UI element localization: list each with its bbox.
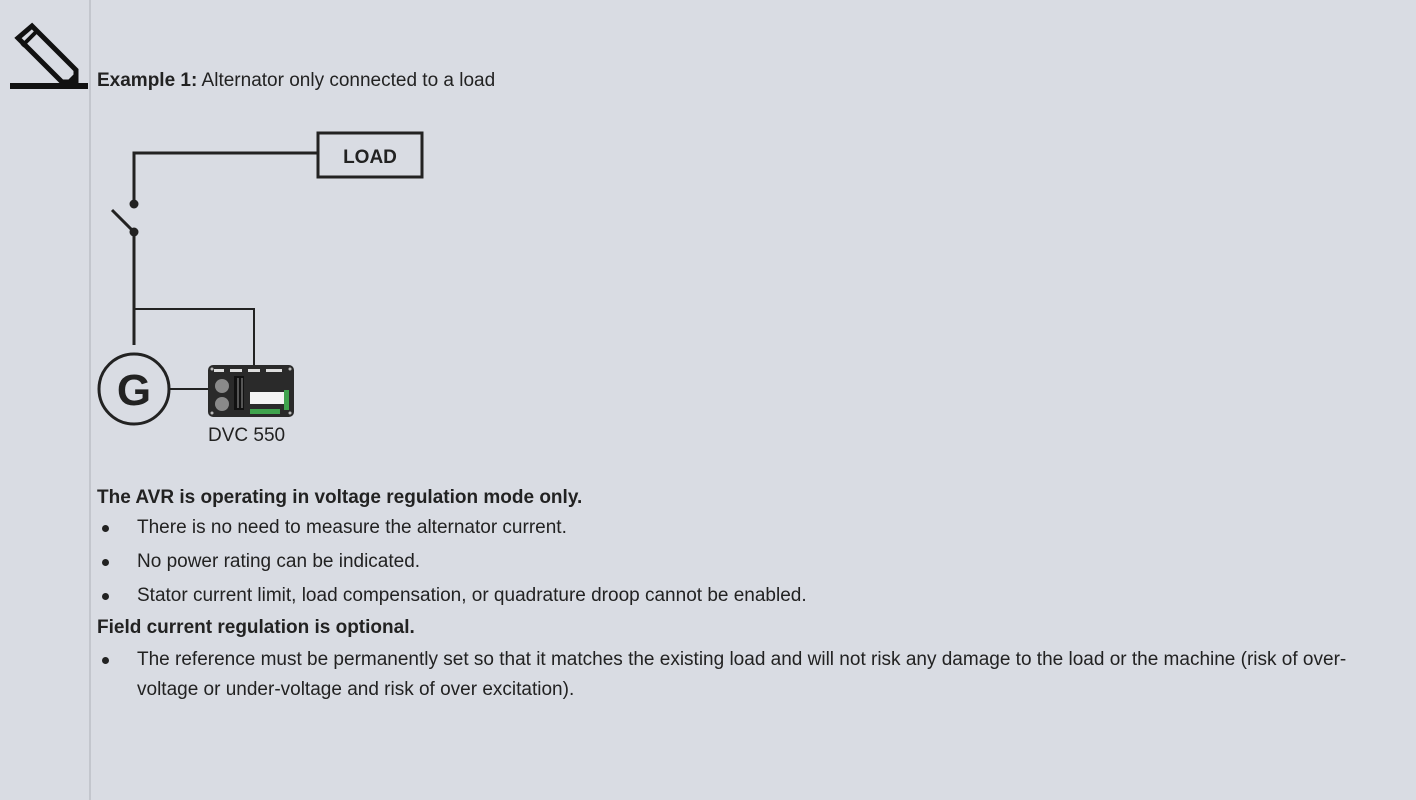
switch-contact-top	[129, 199, 139, 209]
wire-to-load	[132, 151, 318, 204]
switch-blade	[110, 208, 136, 234]
example-label: Example 1:	[97, 70, 198, 91]
example-text: Alternator only connected to a load	[197, 70, 496, 91]
example-title: Example 1: Alternator only connected to …	[97, 69, 495, 93]
pencil-icon	[10, 22, 88, 89]
section2-heading: Field current regulation is optional.	[97, 617, 415, 638]
bullet-icon	[102, 525, 109, 532]
section2-list: The reference must be permanently set so…	[97, 645, 1397, 709]
sensing-wire	[134, 308, 255, 365]
generator-label: G	[117, 366, 151, 415]
avr-label: DVC 550	[208, 425, 285, 446]
bullet-icon	[102, 593, 109, 600]
list-item: No power rating can be indicated.	[97, 547, 1397, 577]
bullet-icon	[102, 559, 109, 566]
section1-list: There is no need to measure the alternat…	[97, 513, 1397, 615]
circuit-diagram: LOAD G DVC 550	[97, 131, 424, 446]
list-item: Stator current limit, load compensation,…	[97, 581, 1397, 611]
load-label: LOAD	[343, 147, 397, 168]
bullet-icon	[102, 657, 109, 664]
section1-heading: The AVR is operating in voltage regulati…	[97, 487, 583, 508]
list-item: The reference must be permanently set so…	[97, 645, 1397, 705]
avr-device	[208, 365, 294, 417]
list-item: There is no need to measure the alternat…	[97, 513, 1397, 543]
